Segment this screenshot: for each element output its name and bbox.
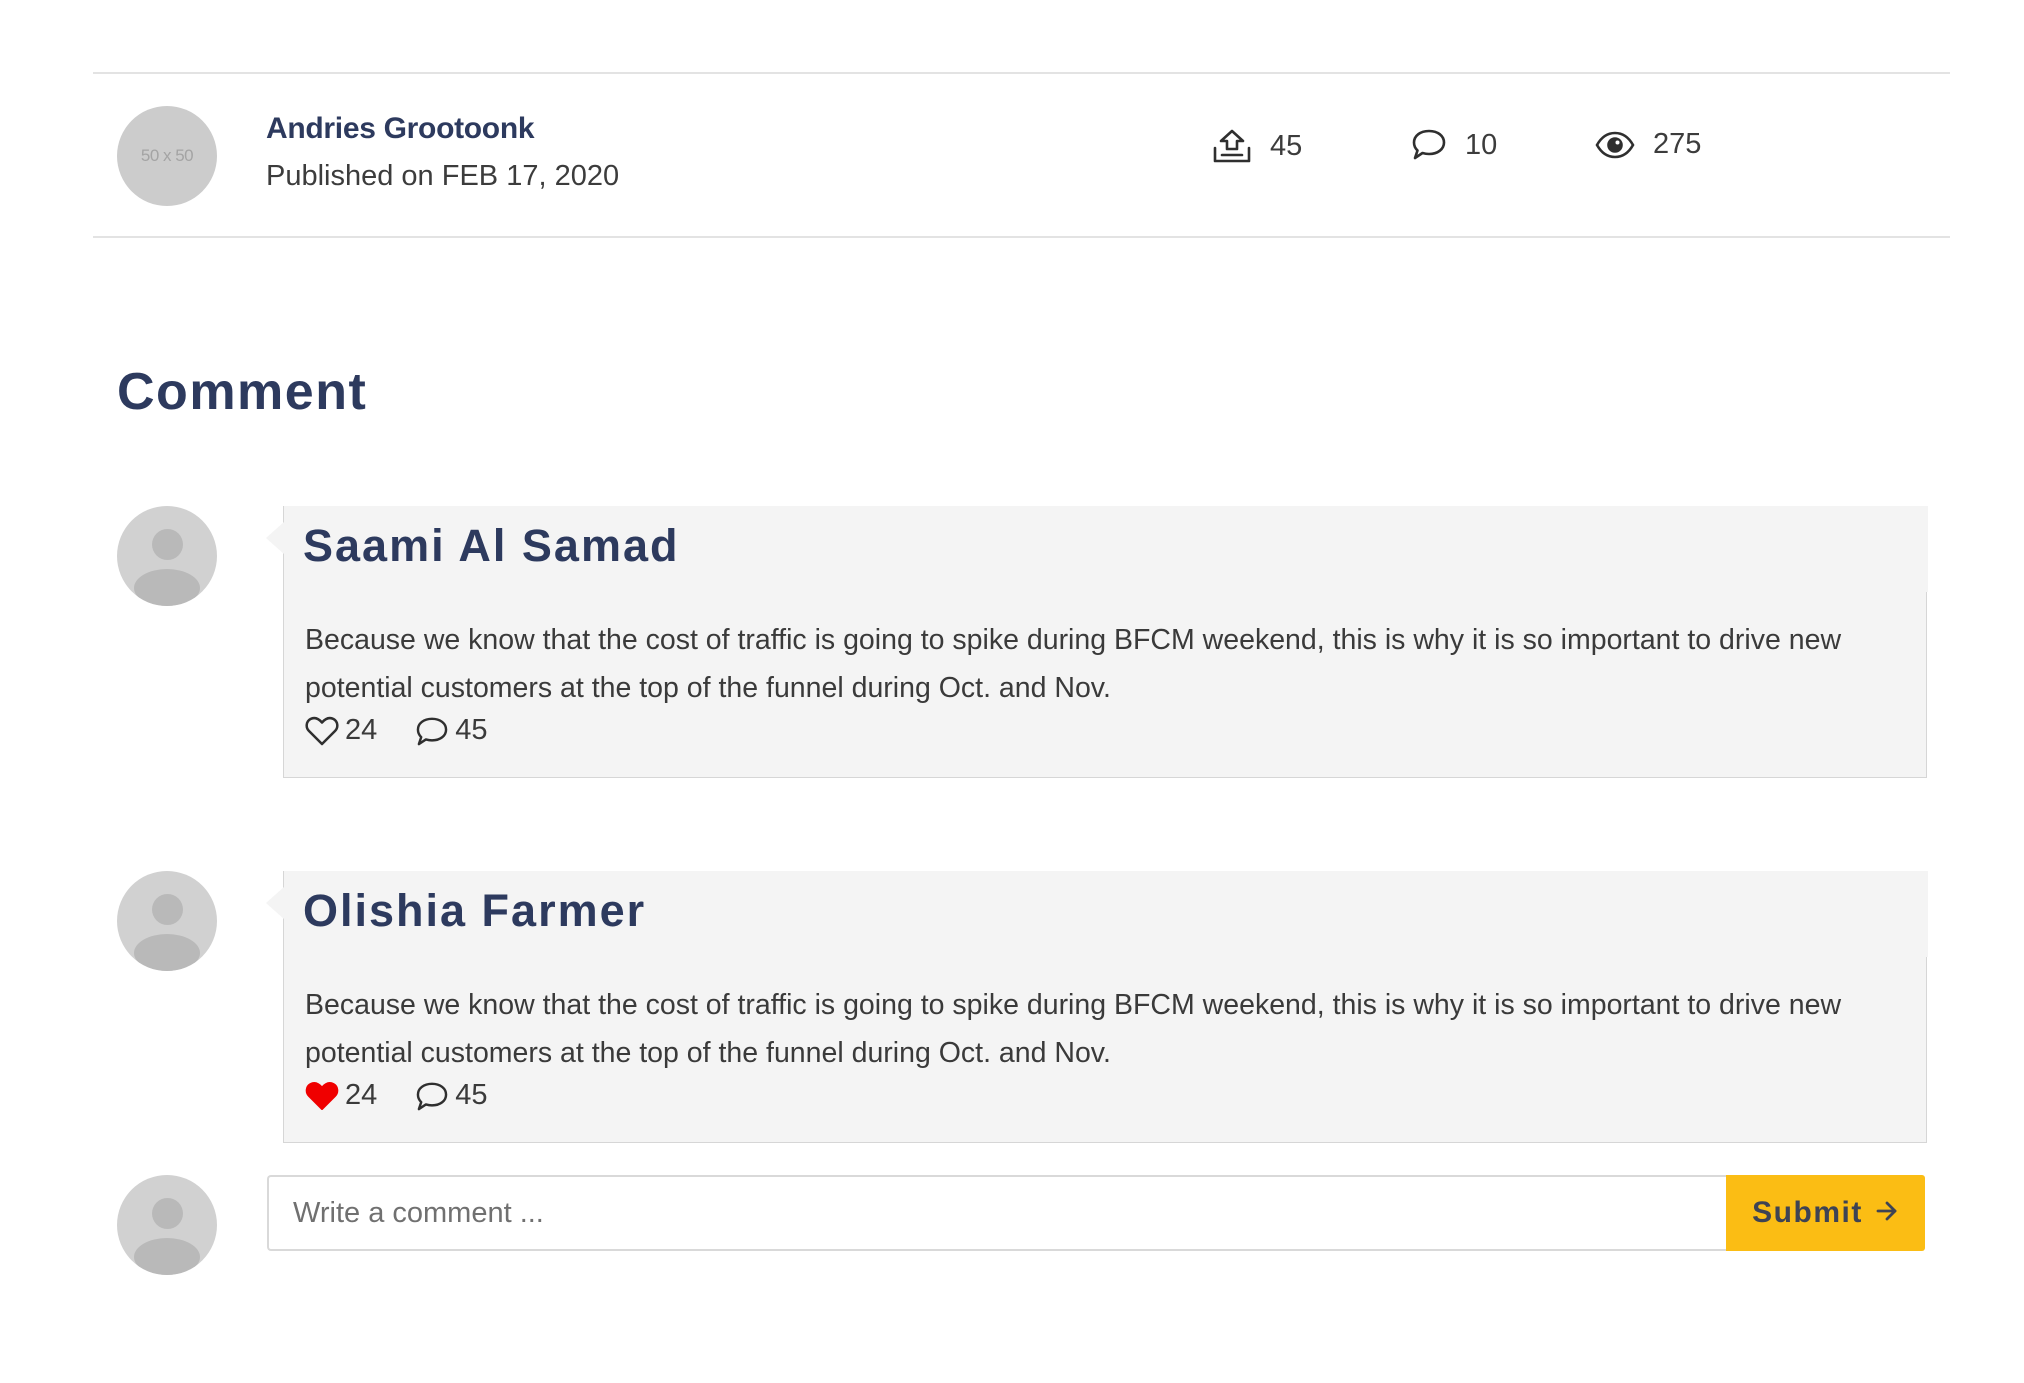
heart-icon <box>305 716 339 746</box>
comment-bubble-icon <box>415 716 449 746</box>
comment-actions: 24 45 <box>305 1079 526 1112</box>
comment-author-name[interactable]: Olishia Farmer <box>303 885 646 937</box>
like-count: 24 <box>345 1079 378 1111</box>
comment-input[interactable] <box>267 1175 1727 1251</box>
comment-text: Because we know that the cost of traffic… <box>305 989 1842 1069</box>
avatar-head-shape <box>152 1198 183 1229</box>
view-count: 275 <box>1653 128 1702 160</box>
avatar-body-shape <box>134 934 200 971</box>
comment-count: 10 <box>1465 128 1498 161</box>
share-upload-icon <box>1212 128 1252 164</box>
like-count: 24 <box>345 714 378 746</box>
current-user-avatar <box>117 1175 217 1275</box>
comments-heading: Comment <box>117 363 368 421</box>
comment-text: Because we know that the cost of traffic… <box>305 624 1842 704</box>
reply-count: 45 <box>455 714 488 746</box>
comment-card-arrow <box>266 887 284 919</box>
comment-card: Olishia Farmer Because we know that the … <box>266 871 1928 1143</box>
comment-card-arrow <box>266 522 284 554</box>
avatar-head-shape <box>152 894 183 925</box>
like-button[interactable]: 24 <box>305 714 377 747</box>
reply-count: 45 <box>455 1079 488 1111</box>
author-avatar: 50 x 50 <box>117 106 217 206</box>
avatar-head-shape <box>152 529 183 560</box>
author-bar: 50 x 50 Andries Grootoonk Published on F… <box>93 72 1950 238</box>
view-count-stat: 275 <box>1595 128 1701 161</box>
comment-count-stat[interactable]: 10 <box>1411 128 1497 162</box>
comment-item: Olishia Farmer Because we know that the … <box>117 871 1928 1143</box>
comment-card: Saami Al Samad Because we know that the … <box>266 506 1928 778</box>
reply-button[interactable]: 45 <box>415 714 488 747</box>
avatar-body-shape <box>134 1238 200 1275</box>
author-name[interactable]: Andries Grootoonk <box>266 112 535 146</box>
comment-bubble-icon <box>415 1081 449 1111</box>
comment-author-name[interactable]: Saami Al Samad <box>303 520 680 572</box>
blog-post-footer: 50 x 50 Andries Grootoonk Published on F… <box>0 0 2024 1383</box>
user-avatar <box>117 506 217 606</box>
share-count: 45 <box>1270 129 1303 162</box>
submit-label: Submit <box>1752 1196 1863 1229</box>
new-comment-form: Submit <box>117 1175 1925 1275</box>
submit-button[interactable]: Submit <box>1726 1175 1925 1251</box>
comment-bubble-icon <box>1411 128 1447 162</box>
eye-icon <box>1595 130 1635 160</box>
comment-item: Saami Al Samad Because we know that the … <box>117 506 1928 778</box>
comment-actions: 24 45 <box>305 714 526 747</box>
arrow-right-icon <box>1875 1196 1899 1230</box>
reply-button[interactable]: 45 <box>415 1079 488 1112</box>
avatar-body-shape <box>134 569 200 606</box>
user-avatar <box>117 871 217 971</box>
share-count-stat[interactable]: 45 <box>1212 128 1302 164</box>
heart-filled-icon <box>305 1081 339 1111</box>
like-button-active[interactable]: 24 <box>305 1079 377 1112</box>
published-date: Published on FEB 17, 2020 <box>266 160 620 192</box>
avatar-placeholder-text: 50 x 50 <box>140 146 194 165</box>
